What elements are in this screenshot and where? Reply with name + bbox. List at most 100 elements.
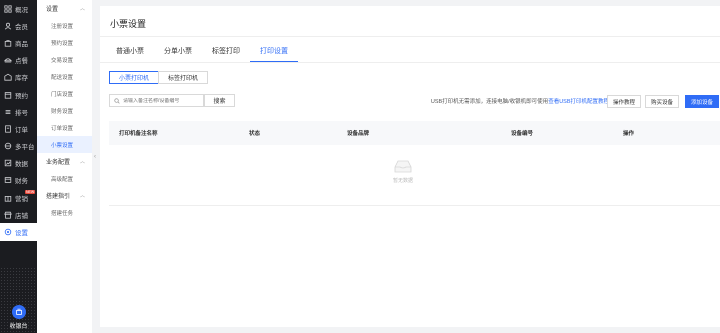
nav-label: 排号	[15, 109, 28, 117]
queue-icon	[3, 107, 12, 116]
column-header-serial: 设备编号	[511, 131, 534, 137]
nav-label: 营销	[15, 195, 28, 203]
nav-item-orders[interactable]: 订单	[0, 120, 37, 137]
orders-icon	[3, 124, 12, 133]
divider	[109, 205, 720, 206]
submenu-group-settings[interactable]: 设置 ︿	[37, 0, 92, 17]
settings-icon	[3, 228, 12, 237]
submenu-group-title: 搭建指引	[46, 194, 71, 200]
nav-item-queue[interactable]: 排号	[0, 103, 37, 120]
nav-item-marketing[interactable]: 营销 NEW	[0, 189, 37, 206]
nav-item-settings[interactable]: 设置	[0, 223, 37, 241]
tutorial-button[interactable]: 操作教程	[607, 95, 641, 108]
nav-item-store[interactable]: 店铺	[0, 206, 37, 223]
nav-label: 设置	[15, 230, 28, 238]
chevron-up-icon: ︿	[79, 193, 85, 199]
table-header: 打印机备注名称 状态 设备品牌 设备编号 操作	[109, 121, 720, 145]
nav-item-inventory[interactable]: 库存	[0, 69, 37, 86]
column-header-remark: 打印机备注名称	[119, 131, 158, 137]
nav-label: 商品	[15, 40, 28, 48]
order-food-icon	[3, 56, 12, 65]
settings-submenu: 设置 ︿ 注册设置 预约设置 交易设置 配送设置 门店设置 财务设置 订单设置 …	[37, 0, 92, 333]
page-title: 小票设置	[110, 19, 147, 29]
nav-item-order-food[interactable]: 点餐	[0, 52, 37, 69]
usb-tip-text: USB打印机无需添加，连接电脑/收银机即可使用	[430, 99, 549, 105]
main-panel: 小票设置 普通小票 分单小票 标签打印 打印设置 小票打印机 标签打印机 搜索 …	[100, 6, 720, 327]
cash-register-label: 收银台	[9, 324, 28, 330]
tab-normal-receipt[interactable]: 普通小票	[106, 40, 154, 62]
cash-register-icon	[11, 305, 26, 319]
buy-device-button[interactable]: 购买设备	[645, 95, 679, 108]
column-header-status: 状态	[249, 131, 261, 137]
empty-state: 暂无数据	[388, 158, 418, 184]
multi-platform-icon	[3, 142, 12, 151]
nav-label: 财务	[15, 178, 28, 186]
submenu-item-receipt[interactable]: 小票设置	[37, 136, 92, 153]
empty-text: 暂无数据	[392, 178, 413, 184]
chevron-up-icon: ︿	[79, 6, 85, 12]
nav-label: 数据	[15, 161, 28, 169]
new-badge: NEW	[25, 190, 36, 195]
nav-item-goods[interactable]: 商品	[0, 34, 37, 51]
submenu-item-finance[interactable]: 财务设置	[37, 102, 92, 119]
submenu-item-register[interactable]: 注册设置	[37, 17, 92, 34]
grid-icon	[3, 4, 12, 13]
receipt-tabs: 普通小票 分单小票 标签打印 打印设置	[106, 40, 298, 64]
usb-tutorial-link[interactable]: 查看USB打印机配置教程	[548, 99, 609, 105]
submenu-item-reservation[interactable]: 预约设置	[37, 34, 92, 51]
nav-label: 库存	[15, 75, 28, 83]
nav-label: 点餐	[15, 58, 28, 66]
nav-label: 多平台	[15, 144, 35, 152]
submenu-group-guide[interactable]: 搭建指引 ︿	[37, 187, 92, 204]
inventory-icon	[3, 73, 12, 82]
marketing-icon	[3, 193, 12, 202]
empty-inbox-icon	[394, 160, 412, 173]
submenu-item-store[interactable]: 门店设置	[37, 85, 92, 102]
tab-print-settings[interactable]: 打印设置	[250, 40, 298, 62]
nav-item-multi-platform[interactable]: 多平台	[0, 138, 37, 155]
submenu-group-business[interactable]: 业务配置 ︿	[37, 153, 92, 170]
column-header-brand: 设备品牌	[347, 131, 370, 137]
nav-item-finance[interactable]: 财务	[0, 172, 37, 189]
nav-item-overview[interactable]: 概况	[0, 0, 37, 17]
submenu-item-advanced[interactable]: 高级配置	[37, 170, 92, 187]
nav-label: 订单	[15, 126, 28, 134]
search-input[interactable]	[123, 97, 203, 104]
divider	[100, 36, 720, 37]
chevron-left-icon: ‹	[94, 154, 96, 160]
search-button[interactable]: 搜索	[204, 94, 235, 107]
divider	[100, 62, 720, 63]
submenu-item-delivery[interactable]: 配送设置	[37, 68, 92, 85]
nav-item-reservation[interactable]: 预约	[0, 86, 37, 103]
submenu-group-title: 设置	[46, 7, 59, 13]
tab-split-receipt[interactable]: 分单小票	[154, 40, 202, 62]
data-icon	[3, 159, 12, 168]
member-icon	[3, 21, 12, 30]
nav-label: 预约	[15, 92, 28, 100]
nav-item-member[interactable]: 会员	[0, 17, 37, 34]
label-printer-option[interactable]: 标签打印机	[158, 71, 209, 84]
goods-icon	[3, 38, 12, 47]
nav-label: 概况	[15, 6, 28, 14]
store-icon	[3, 210, 12, 219]
cash-register-button[interactable]: 收银台	[5, 305, 32, 330]
submenu-item-order[interactable]: 订单设置	[37, 119, 92, 136]
tab-label-print[interactable]: 标签打印	[202, 40, 250, 62]
nav-label: 店铺	[15, 212, 28, 220]
finance-icon	[3, 176, 12, 185]
search-icon	[114, 97, 120, 104]
submenu-group-title: 业务配置	[46, 160, 71, 166]
nav-label: 会员	[15, 23, 28, 31]
submenu-item-trade[interactable]: 交易设置	[37, 51, 92, 68]
collapse-submenu-button[interactable]: ‹	[92, 150, 98, 164]
printer-type-switch: 小票打印机 标签打印机	[109, 71, 209, 84]
chevron-up-icon: ︿	[79, 159, 85, 165]
receipt-printer-option[interactable]: 小票打印机	[109, 71, 160, 84]
add-device-button[interactable]: 添加设备	[685, 95, 719, 108]
submenu-item-build-task[interactable]: 搭建任务	[37, 204, 92, 221]
reservation-icon	[3, 90, 12, 99]
column-header-actions: 操作	[623, 131, 635, 137]
search-box	[109, 94, 204, 107]
nav-item-data[interactable]: 数据	[0, 155, 37, 172]
usb-tip: USB打印机无需添加，连接电脑/收银机即可使用查看USB打印机配置教程	[431, 97, 609, 105]
